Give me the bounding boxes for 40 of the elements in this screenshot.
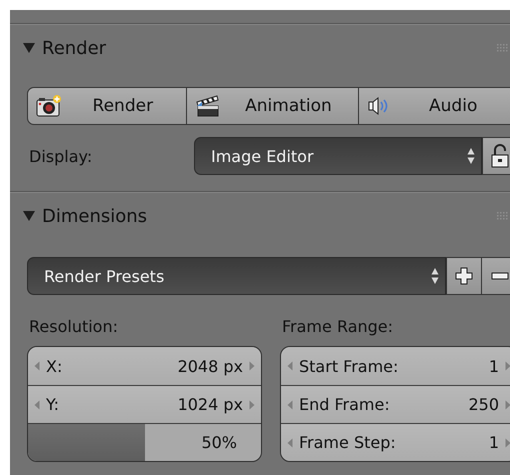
left-arrow-icon[interactable] [287, 400, 293, 410]
camera-icon [36, 94, 62, 118]
number-field[interactable]: X: 2048 px [28, 347, 261, 385]
remove-button[interactable] [482, 257, 510, 295]
right-arrow-icon[interactable] [505, 438, 510, 448]
disclosure-triangle-icon[interactable] [22, 209, 36, 223]
right-arrow-icon[interactable] [249, 361, 255, 371]
up-down-arrows-icon [467, 147, 475, 165]
left-arrow-icon[interactable] [34, 361, 40, 371]
clapperboard-icon [194, 94, 221, 118]
slider-field[interactable]: 50% [28, 423, 261, 461]
dropdown[interactable]: Image Editor [194, 137, 482, 175]
left-arrow-icon[interactable] [287, 438, 293, 448]
right-arrow-icon[interactable] [249, 400, 255, 410]
panel-title[interactable]: Dimensions [42, 206, 497, 226]
number-field[interactable]: Y: 1024 px [28, 385, 261, 423]
number-field[interactable]: Start Frame: 1 [281, 347, 510, 385]
dropdown[interactable]: Render Presets [27, 257, 446, 295]
grip-icon[interactable] [497, 212, 508, 220]
left-arrow-icon[interactable] [34, 400, 40, 410]
field-label: Frame Range: [281, 316, 394, 338]
lock-button[interactable] [482, 137, 510, 175]
minus-icon [490, 272, 508, 280]
number-field[interactable]: End Frame: 250 [281, 385, 510, 423]
render-button[interactable]: Animation [186, 87, 360, 125]
open-padlock-icon [490, 144, 510, 168]
right-arrow-icon[interactable] [505, 400, 510, 410]
right-arrow-icon[interactable] [505, 361, 510, 371]
render-button[interactable]: Audio [359, 87, 510, 125]
field-label: Resolution: [28, 316, 119, 338]
field-label: Display: [28, 146, 94, 166]
number-field[interactable]: Frame Step: 1 [281, 423, 510, 461]
render-button[interactable]: Render [27, 87, 187, 125]
add-button[interactable] [446, 257, 482, 295]
left-arrow-icon[interactable] [287, 361, 293, 371]
up-down-arrows-icon [431, 267, 439, 285]
disclosure-triangle-icon[interactable] [22, 41, 36, 55]
panel-title[interactable]: Render [42, 38, 497, 58]
plus-icon [455, 267, 473, 285]
grip-icon[interactable] [497, 44, 508, 52]
